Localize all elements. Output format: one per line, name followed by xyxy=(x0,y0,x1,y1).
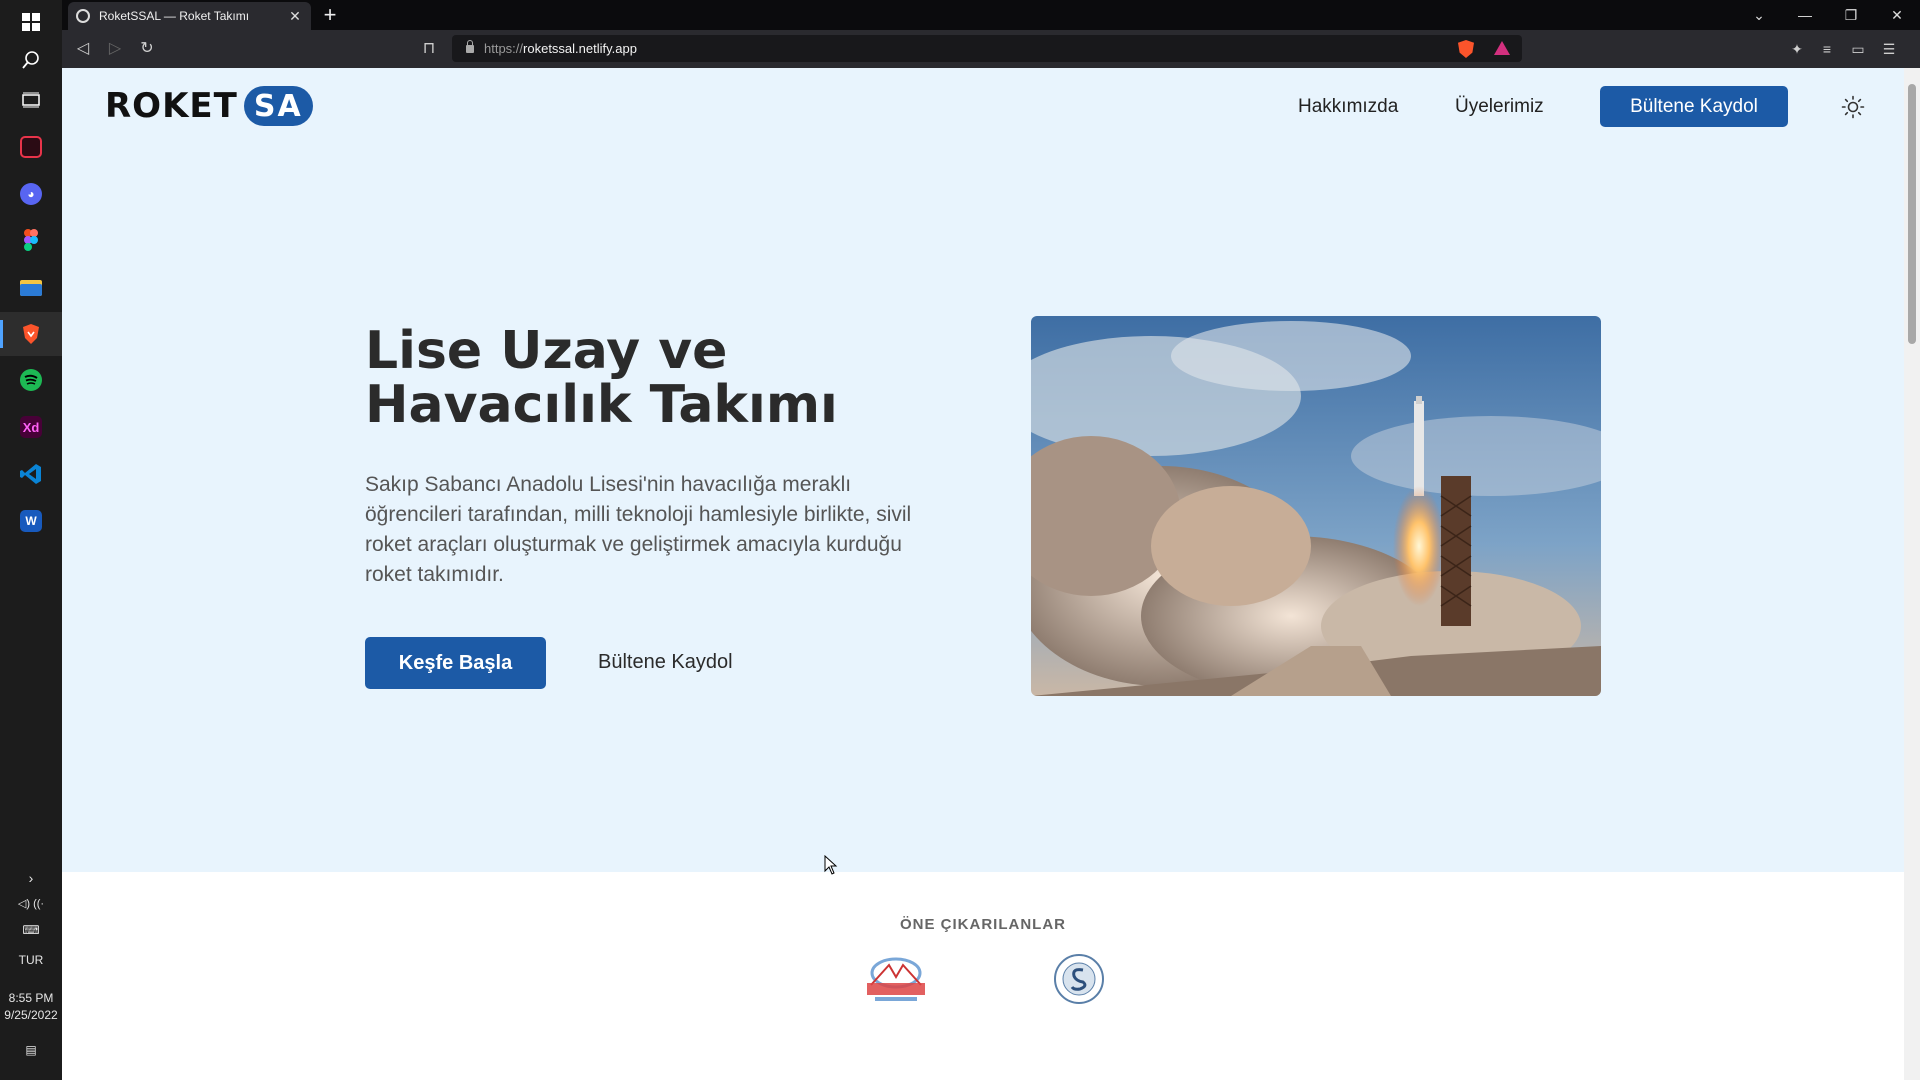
brave-app[interactable] xyxy=(0,312,62,356)
vscode-icon xyxy=(20,464,41,484)
terminal-icon xyxy=(20,136,42,158)
newsletter-link-button[interactable]: Bültene Kaydol xyxy=(598,651,733,674)
url-host: roketssal.netlify.app xyxy=(523,41,637,56)
discord-app[interactable]: ◕ xyxy=(0,172,62,216)
wallet-icon[interactable]: ▭ xyxy=(1847,38,1869,60)
tab-bar: RoketSSAL — Roket Takımı ✕ + ⌄ — ❐ ✕ xyxy=(62,0,1920,30)
word-icon: W xyxy=(20,510,42,532)
browser-window: RoketSSAL — Roket Takımı ✕ + ⌄ — ❐ ✕ ◁ ▷… xyxy=(62,0,1920,1080)
page-scrollbar[interactable] xyxy=(1904,68,1920,1080)
hero-section: ROKET SA Hakkımızda Üyelerimiz Bültene K… xyxy=(62,68,1904,872)
theme-toggle-sun-icon[interactable] xyxy=(1840,94,1866,120)
reload-button[interactable]: ↻ xyxy=(136,38,158,60)
file-explorer-app[interactable] xyxy=(0,265,62,309)
keyboard-icon[interactable]: ⌨ xyxy=(0,922,62,938)
figma-icon xyxy=(24,229,38,251)
search-button[interactable] xyxy=(0,38,62,82)
new-tab-button[interactable]: + xyxy=(317,3,343,27)
hero-title: Lise Uzay ve Havacılık Takımı xyxy=(365,324,965,432)
task-view-icon xyxy=(22,92,40,108)
tray-expand-chevron-icon[interactable]: › xyxy=(0,870,62,886)
figma-app[interactable] xyxy=(0,218,62,262)
windows-logo-icon xyxy=(22,13,40,31)
terminal-app[interactable] xyxy=(0,125,62,169)
language-indicator[interactable]: TUR xyxy=(0,952,62,968)
clock-time[interactable]: 8:55 PM xyxy=(0,990,62,1006)
adobe-xd-icon: Xd xyxy=(20,416,42,438)
brave-icon xyxy=(23,324,39,344)
brave-shields-icon[interactable] xyxy=(1458,40,1474,58)
close-tab-icon[interactable]: ✕ xyxy=(287,8,303,25)
favicon-icon xyxy=(76,9,90,23)
discord-icon: ◕ xyxy=(20,183,42,205)
close-window-button[interactable]: ✕ xyxy=(1874,0,1920,30)
hero-title-line-1: Lise Uzay ve xyxy=(365,321,728,381)
spotify-app[interactable] xyxy=(0,358,62,402)
highlights-title: ÖNE ÇIKARILANLAR xyxy=(900,916,1066,933)
menu-icon[interactable]: ☰ xyxy=(1878,38,1900,60)
mouse-cursor-icon xyxy=(824,855,838,875)
volume-network-icons[interactable]: ◁) ((· xyxy=(0,896,62,912)
reading-list-icon[interactable]: ≡ xyxy=(1816,38,1838,60)
tab-title: RoketSSAL — Roket Takımı xyxy=(99,9,250,23)
spotify-icon xyxy=(20,369,42,391)
nav-link-about[interactable]: Hakkımızda xyxy=(1298,96,1398,118)
bookmark-icon[interactable]: ⊓ xyxy=(418,38,440,60)
url-protocol: https:// xyxy=(484,41,524,56)
search-icon xyxy=(22,51,39,69)
browser-tab[interactable]: RoketSSAL — Roket Takımı ✕ xyxy=(68,2,311,30)
back-button[interactable]: ◁ xyxy=(72,38,94,60)
lock-icon xyxy=(466,39,474,53)
teknofest-logo[interactable] xyxy=(859,955,933,1012)
browser-toolbar: ◁ ▷ ↻ ⊓ https://roketssal.netlify.app ✦ … xyxy=(62,30,1920,68)
hero-description: Sakıp Sabancı Anadolu Lisesi'nin havacıl… xyxy=(365,473,912,586)
school-seal-logo[interactable] xyxy=(1052,952,1106,1011)
rocket-launch-image xyxy=(1031,316,1601,696)
address-bar[interactable]: https://roketssal.netlify.app xyxy=(452,35,1522,62)
extensions-icon[interactable]: ✦ xyxy=(1786,38,1808,60)
forward-button[interactable]: ▷ xyxy=(104,38,126,60)
windows-taskbar: ◕ Xd W › ◁) ((· ⌨ TUR 8:55 PM 9/25/2022 … xyxy=(0,0,62,1080)
task-view-button[interactable] xyxy=(0,78,62,122)
clock-date[interactable]: 9/25/2022 xyxy=(0,1007,62,1023)
page-viewport: ROKET SA Hakkımızda Üyelerimiz Bültene K… xyxy=(62,68,1920,1080)
vscode-app[interactable] xyxy=(0,452,62,496)
notifications-icon[interactable]: ▤ xyxy=(0,1042,62,1058)
site-nav: Hakkımızda Üyelerimiz Bültene Kaydol xyxy=(62,86,1904,127)
hero-title-line-2: Havacılık Takımı xyxy=(365,375,838,435)
scrollbar-thumb[interactable] xyxy=(1908,84,1916,344)
word-app[interactable]: W xyxy=(0,499,62,543)
brave-rewards-icon[interactable] xyxy=(1494,41,1510,55)
minimize-button[interactable]: — xyxy=(1782,0,1828,30)
tab-list-chevron-icon[interactable]: ⌄ xyxy=(1736,0,1782,30)
nav-link-members[interactable]: Üyelerimiz xyxy=(1455,96,1544,118)
folder-icon xyxy=(20,280,42,296)
explore-button[interactable]: Keşfe Başla xyxy=(365,637,546,689)
restore-button[interactable]: ❐ xyxy=(1828,0,1874,30)
newsletter-signup-button[interactable]: Bültene Kaydol xyxy=(1600,86,1788,127)
adobe-xd-app[interactable]: Xd xyxy=(0,405,62,449)
